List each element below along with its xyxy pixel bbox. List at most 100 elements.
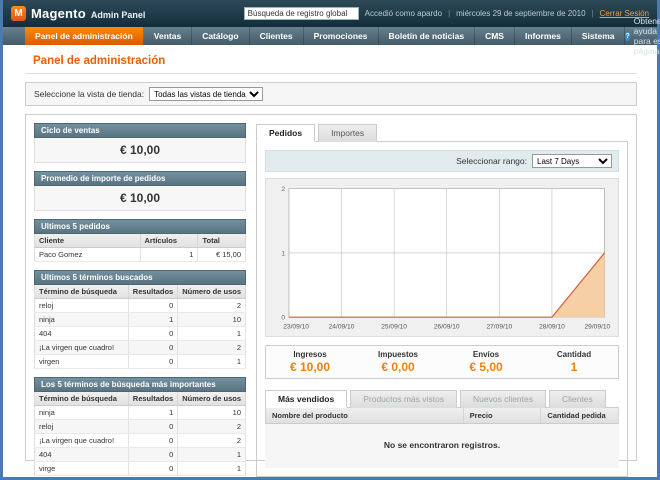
nav-item-promotions[interactable]: Promociones: [304, 27, 379, 45]
store-switcher-bar: Seleccione la vista de tienda: Todas las…: [25, 82, 637, 106]
table-cell: reloj: [35, 299, 129, 313]
table-cell: 2: [178, 299, 246, 313]
get-help-link[interactable]: ? Obtener ayuda para esta página: [625, 27, 660, 45]
lifetime-sales-value: € 10,00: [34, 138, 246, 163]
table-cell: reloj: [35, 420, 129, 434]
table-cell: 2: [178, 341, 246, 355]
nav-item-dashboard[interactable]: Panel de administración: [25, 27, 144, 45]
column-header: Precio: [463, 408, 541, 424]
table-row: ninja110: [35, 313, 246, 327]
table-row: 40401: [35, 327, 246, 341]
column-header: Resultados: [128, 392, 177, 406]
column-header: Término de búsqueda: [35, 392, 129, 406]
range-select[interactable]: Last 7 Days: [532, 154, 612, 168]
table-row: Paco Gomez1€ 15,00: [35, 248, 246, 262]
current-date: miércoles 29 de septiembre de 2010: [456, 9, 585, 18]
stat-quantity: Cantidad 1: [530, 350, 618, 374]
tab-most-viewed[interactable]: Productos más vistos: [350, 390, 457, 408]
orders-amounts-tabs: Pedidos Importes: [256, 123, 628, 142]
column-header: Resultados: [128, 285, 177, 299]
table-cell: 404: [35, 448, 129, 462]
table-cell: 0: [128, 448, 177, 462]
table-cell: ninja: [35, 313, 129, 327]
table-cell: 1: [140, 248, 198, 262]
stat-value: € 5,00: [442, 360, 530, 374]
stat-revenue: Ingresos € 10,00: [266, 350, 354, 374]
global-search-input[interactable]: [244, 7, 359, 20]
table-cell: 2: [178, 434, 246, 448]
separator: |: [592, 9, 594, 18]
table-cell: 1: [178, 448, 246, 462]
nav-item-reports[interactable]: Informes: [515, 27, 572, 45]
stat-label: Cantidad: [530, 350, 618, 359]
table-cell: Paco Gomez: [35, 248, 141, 262]
bestsellers-table: Nombre del productoPrecioCantidad pedida: [265, 408, 619, 424]
table-row: ninja110: [35, 406, 246, 420]
table-row: ¡La virgen que cuadro!02: [35, 434, 246, 448]
tab-new-customers[interactable]: Nuevos clientes: [460, 390, 546, 408]
widget-header: Ultimos 5 términos buscados: [34, 270, 246, 285]
stat-label: Envíos: [442, 350, 530, 359]
table-cell: 1: [178, 462, 246, 476]
table-cell: 0: [128, 299, 177, 313]
table-cell: ¡La virgen que cuadro!: [35, 434, 129, 448]
column-header: Cliente: [35, 234, 141, 248]
nav-item-sales[interactable]: Ventas: [144, 27, 192, 45]
column-header: Total: [198, 234, 246, 248]
table-cell: 2: [178, 420, 246, 434]
table-cell: 10: [178, 406, 246, 420]
nav-item-newsletter[interactable]: Boletín de noticias: [379, 27, 476, 45]
tab-amounts[interactable]: Importes: [318, 124, 377, 142]
table-cell: 0: [128, 327, 177, 341]
nav-item-system[interactable]: Sistema: [572, 27, 626, 45]
column-header: Nombre del producto: [266, 408, 464, 424]
table-cell: 0: [128, 462, 177, 476]
help-icon: ?: [625, 32, 629, 41]
nav-item-cms[interactable]: CMS: [475, 27, 515, 45]
nav-item-customers[interactable]: Clientes: [250, 27, 304, 45]
stat-value: € 10,00: [266, 360, 354, 374]
table-cell: 1: [128, 406, 177, 420]
x-tick-label: 27/09/10: [486, 324, 512, 331]
stat-tax: Impuestos € 0,00: [354, 350, 442, 374]
table-cell: virge: [35, 462, 129, 476]
store-switcher-select[interactable]: Todas las vistas de tienda: [149, 87, 263, 101]
y-tick-label: 1: [281, 250, 285, 257]
dashboard-container: Ciclo de ventas € 10,00 Promedio de impo…: [25, 114, 637, 461]
range-selector-bar: Seleccionar rango: Last 7 Days: [265, 150, 619, 172]
widget-header: Promedio de importe de pedidos: [34, 171, 246, 186]
store-switcher-label: Seleccione la vista de tienda:: [34, 89, 144, 99]
nav-item-catalog[interactable]: Catálogo: [192, 27, 249, 45]
x-tick-label: 24/09/10: [329, 324, 355, 331]
column-header: Número de usos: [178, 285, 246, 299]
last-search-terms-widget: Ultimos 5 términos buscados Término de b…: [34, 270, 246, 369]
products-tabs: Más vendidos Productos más vistos Nuevos…: [265, 389, 619, 408]
column-header: Artículos: [140, 234, 198, 248]
table-cell: 1: [178, 327, 246, 341]
tab-orders[interactable]: Pedidos: [256, 124, 315, 142]
table-row: virgen01: [35, 355, 246, 369]
stat-shipping: Envíos € 5,00: [442, 350, 530, 374]
table-row: ¡La virgen que cuadro!02: [35, 341, 246, 355]
table-row: reloj02: [35, 420, 246, 434]
orders-panel: Seleccionar rango: Last 7 Days 01223/09/…: [256, 142, 628, 477]
orders-area-chart: 01223/09/1024/09/1025/09/1026/09/1027/09…: [270, 183, 614, 332]
table-cell: virgen: [35, 355, 129, 369]
table-cell: ninja: [35, 406, 129, 420]
average-orders-widget: Promedio de importe de pedidos € 10,00: [34, 171, 246, 211]
stat-value: 1: [530, 360, 618, 374]
column-header: Cantidad pedida: [541, 408, 619, 424]
table-cell: 404: [35, 327, 129, 341]
x-tick-label: 23/09/10: [283, 324, 309, 331]
tab-bestsellers[interactable]: Más vendidos: [265, 390, 347, 408]
last-search-terms-table: Término de búsquedaResultadosNúmero de u…: [34, 285, 246, 369]
tab-customers[interactable]: Clientes: [549, 390, 606, 408]
stat-label: Impuestos: [354, 350, 442, 359]
x-tick-label: 26/09/10: [434, 324, 460, 331]
dashboard-right-column: Pedidos Importes Seleccionar rango: Last…: [256, 123, 628, 452]
table-cell: 1: [128, 313, 177, 327]
dashboard-left-column: Ciclo de ventas € 10,00 Promedio de impo…: [34, 123, 246, 452]
widget-header: Los 5 términos de búsqueda más important…: [34, 377, 246, 392]
range-label: Seleccionar rango:: [456, 156, 527, 166]
table-row: reloj02: [35, 299, 246, 313]
